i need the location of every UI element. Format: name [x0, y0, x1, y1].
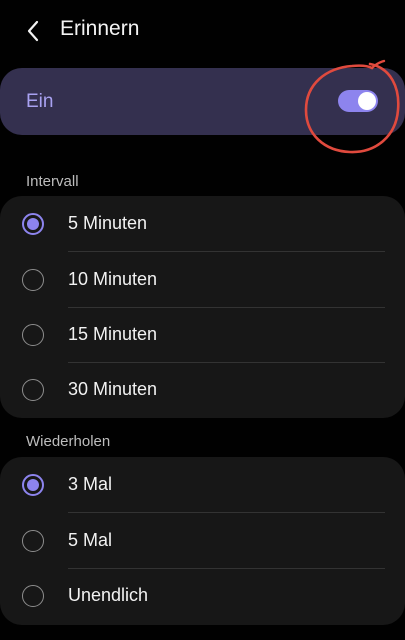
option-label: 5 Mal [68, 530, 113, 550]
app-bar: Erinnern [0, 0, 405, 62]
section-header-repeat: Wiederholen [26, 433, 111, 450]
option-label: Unendlich [68, 585, 149, 605]
repeat-option-unlimited[interactable]: Unendlich [0, 568, 405, 624]
repeat-option-5-times[interactable]: 5 Mal [0, 513, 405, 569]
master-switch-label: Ein [26, 91, 54, 112]
toggle-thumb [358, 92, 376, 110]
option-label: 5 Minuten [68, 213, 148, 233]
interval-option-5-min[interactable]: 5 Minuten [0, 196, 405, 252]
option-label: 10 Minuten [68, 269, 158, 289]
interval-option-30-min[interactable]: 30 Minuten [0, 362, 405, 418]
repeat-option-3-times[interactable]: 3 Mal [0, 457, 405, 513]
radio-button-checked[interactable] [22, 213, 44, 235]
section-header-interval: Intervall [26, 173, 79, 190]
radio-button[interactable] [22, 585, 44, 607]
option-label: 30 Minuten [68, 379, 158, 399]
reminder-settings-screen: Erinnern Ein Intervall 5 Minuten 10 Minu… [0, 0, 405, 640]
master-toggle[interactable] [338, 90, 378, 112]
interval-group: 5 Minuten 10 Minuten 15 Minuten 30 Minut… [0, 196, 405, 418]
radio-button-checked[interactable] [22, 474, 44, 496]
interval-option-15-min[interactable]: 15 Minuten [0, 307, 405, 363]
page-title: Erinnern [60, 17, 140, 40]
option-label: 3 Mal [68, 474, 113, 494]
option-label: 15 Minuten [68, 324, 158, 344]
radio-button[interactable] [22, 379, 44, 401]
back-button[interactable] [18, 16, 48, 46]
chevron-left-icon [27, 20, 39, 42]
radio-button[interactable] [22, 530, 44, 552]
radio-button[interactable] [22, 269, 44, 291]
interval-option-10-min[interactable]: 10 Minuten [0, 252, 405, 308]
repeat-group: 3 Mal 5 Mal Unendlich [0, 457, 405, 625]
radio-button[interactable] [22, 324, 44, 346]
